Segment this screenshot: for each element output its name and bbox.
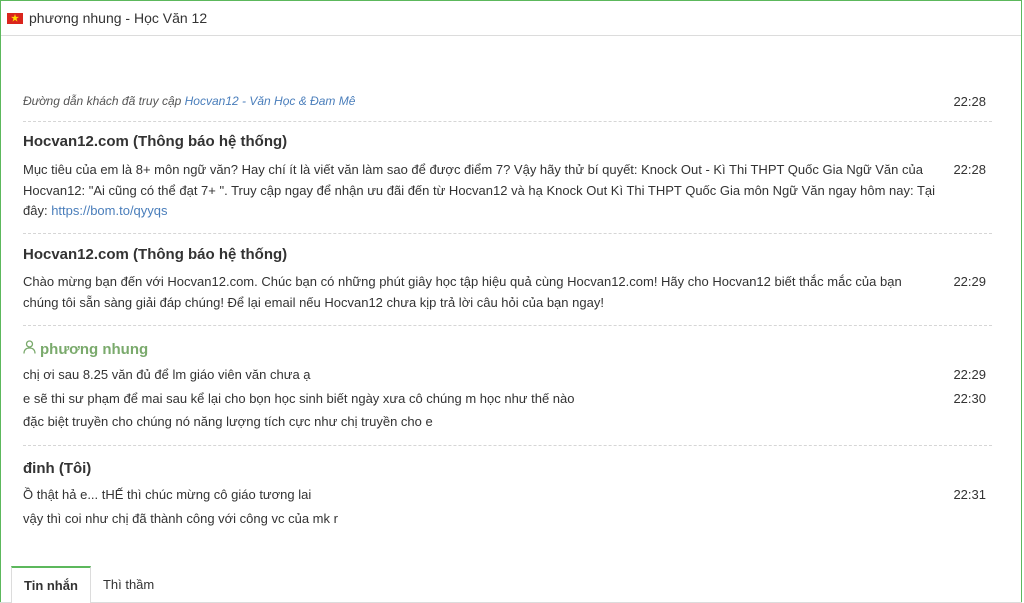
chat-line: chị ơi sau 8.25 văn đủ để lm giáo viên v… [23, 367, 311, 382]
sender-name: Hocvan12.com (Thông báo hệ thống) [23, 246, 288, 263]
tab-messages[interactable]: Tin nhắn [11, 566, 91, 603]
divider [23, 325, 992, 326]
window-title: phương nhung - Học Văn 12 [29, 10, 208, 26]
message-text: Mục tiêu của em là 8+ môn ngữ văn? Hay c… [23, 160, 938, 222]
message-time: 22:28 [953, 162, 986, 177]
divider [23, 445, 992, 446]
window-header: phương nhung - Học Văn 12 [1, 1, 1021, 36]
chat-line: vậy thì coi như chị đã thành công với cô… [23, 511, 338, 526]
guest-sender: phương nhung [23, 340, 148, 358]
message-text: Chào mừng bạn đến với Hocvan12.com. Chúc… [23, 274, 902, 310]
vietnam-flag-icon [7, 12, 23, 24]
chat-line: đặc biệt truyền cho chúng nó năng lượng … [23, 414, 433, 429]
tab-bar: Tin nhắn Thì thầm [11, 566, 166, 603]
chat-line: e sẽ thi sư phạm để mai sau kể lại cho b… [23, 391, 575, 406]
guest-name: phương nhung [40, 340, 149, 358]
self-sender: đinh (Tôi) [23, 460, 92, 477]
sender-name: Hocvan12.com (Thông báo hệ thống) [23, 133, 288, 150]
promo-link[interactable]: https://bom.to/qyyqs [51, 203, 167, 218]
visit-prefix: Đường dẫn khách đã truy cập [23, 94, 182, 108]
visit-notice: Đường dẫn khách đã truy cập Hocvan12 - V… [23, 94, 992, 108]
visit-time: 22:28 [953, 94, 986, 109]
divider [23, 121, 992, 122]
chat-line-time: 22:30 [953, 391, 986, 406]
visit-link[interactable]: Hocvan12 - Văn Học & Đam Mê [185, 94, 356, 108]
chat-line-time: 22:29 [953, 367, 986, 382]
chat-line: Ồ thật hả e... tHẾ thì chúc mừng cô giáo… [23, 487, 312, 502]
chat-line-time: 22:31 [953, 487, 986, 502]
message-time: 22:29 [953, 274, 986, 289]
user-icon [23, 340, 36, 358]
tab-whisper[interactable]: Thì thầm [91, 566, 166, 603]
divider [23, 233, 992, 234]
